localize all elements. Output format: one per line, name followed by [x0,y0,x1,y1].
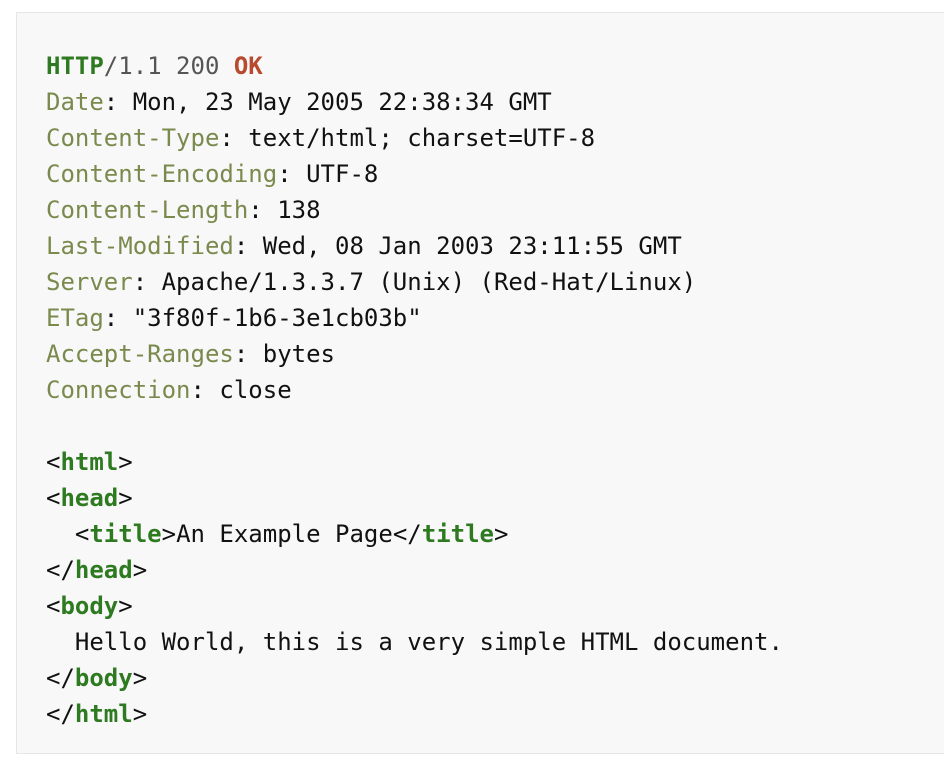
body-text: Hello World, this is a very simple HTML … [74,628,783,656]
header-value: bytes [262,340,335,368]
title-text: An Example Page [176,520,393,548]
status-reason: OK [233,52,263,80]
header-line: Content-Length: 138 [46,196,321,224]
header-line: Content-Encoding: UTF-8 [46,160,379,188]
header-line: Connection: close [46,376,292,404]
title-line: <title>An Example Page</title> [46,520,509,548]
header-line: Server: Apache/1.3.3.7 (Unix) (Red-Hat/L… [46,268,697,296]
header-name: ETag [46,304,104,332]
head-close-line: </head> [46,556,148,584]
body-close-line: </body> [46,664,148,692]
header-value: 138 [277,196,321,224]
header-value: text/html; charset=UTF-8 [248,124,596,152]
header-line: ETag: "3f80f-1b6-3e1cb03b" [46,304,422,332]
protocol: HTTP [46,52,104,80]
header-value: Apache/1.3.3.7 (Unix) (Red-Hat/Linux) [161,268,697,296]
tag-name: html [74,700,133,728]
tag-name: title [421,520,494,548]
code-block: HTTP/1.1 200 OK Date: Mon, 23 May 2005 22… [16,12,944,754]
header-name: Server [46,268,133,296]
html-close-line: </html> [46,700,148,728]
tag-name: body [60,592,119,620]
header-name: Content-Type [46,124,220,152]
tag-name: title [89,520,162,548]
header-name: Date [46,88,104,116]
http-response-code: HTTP/1.1 200 OK Date: Mon, 23 May 2005 22… [46,48,783,732]
status-line: HTTP/1.1 200 OK [46,48,783,84]
tag-name: body [74,664,133,692]
body-open-line: <body> [46,592,133,620]
tag-name: html [60,448,119,476]
header-line: Date: Mon, 23 May 2005 22:38:34 GMT [46,88,552,116]
header-line: Content-Type: text/html; charset=UTF-8 [46,124,596,152]
header-value: "3f80f-1b6-3e1cb03b" [132,304,422,332]
header-name: Last-Modified [46,232,234,260]
header-line: Accept-Ranges: bytes [46,340,335,368]
header-name: Content-Encoding [46,160,278,188]
version-status: /1.1 200 [103,52,234,80]
html-open-line: <html> [46,448,133,476]
header-name: Accept-Ranges [46,340,234,368]
header-value: Wed, 08 Jan 2003 23:11:55 GMT [262,232,682,260]
header-value: close [219,376,292,404]
header-value: Mon, 23 May 2005 22:38:34 GMT [132,88,552,116]
head-open-line: <head> [46,484,133,512]
header-name: Connection [46,376,191,404]
header-name: Content-Length [46,196,249,224]
header-value: UTF-8 [306,160,379,188]
header-line: Last-Modified: Wed, 08 Jan 2003 23:11:55… [46,232,682,260]
tag-name: head [60,484,119,512]
body-text-line: Hello World, this is a very simple HTML … [46,624,783,660]
tag-name: head [74,556,133,584]
